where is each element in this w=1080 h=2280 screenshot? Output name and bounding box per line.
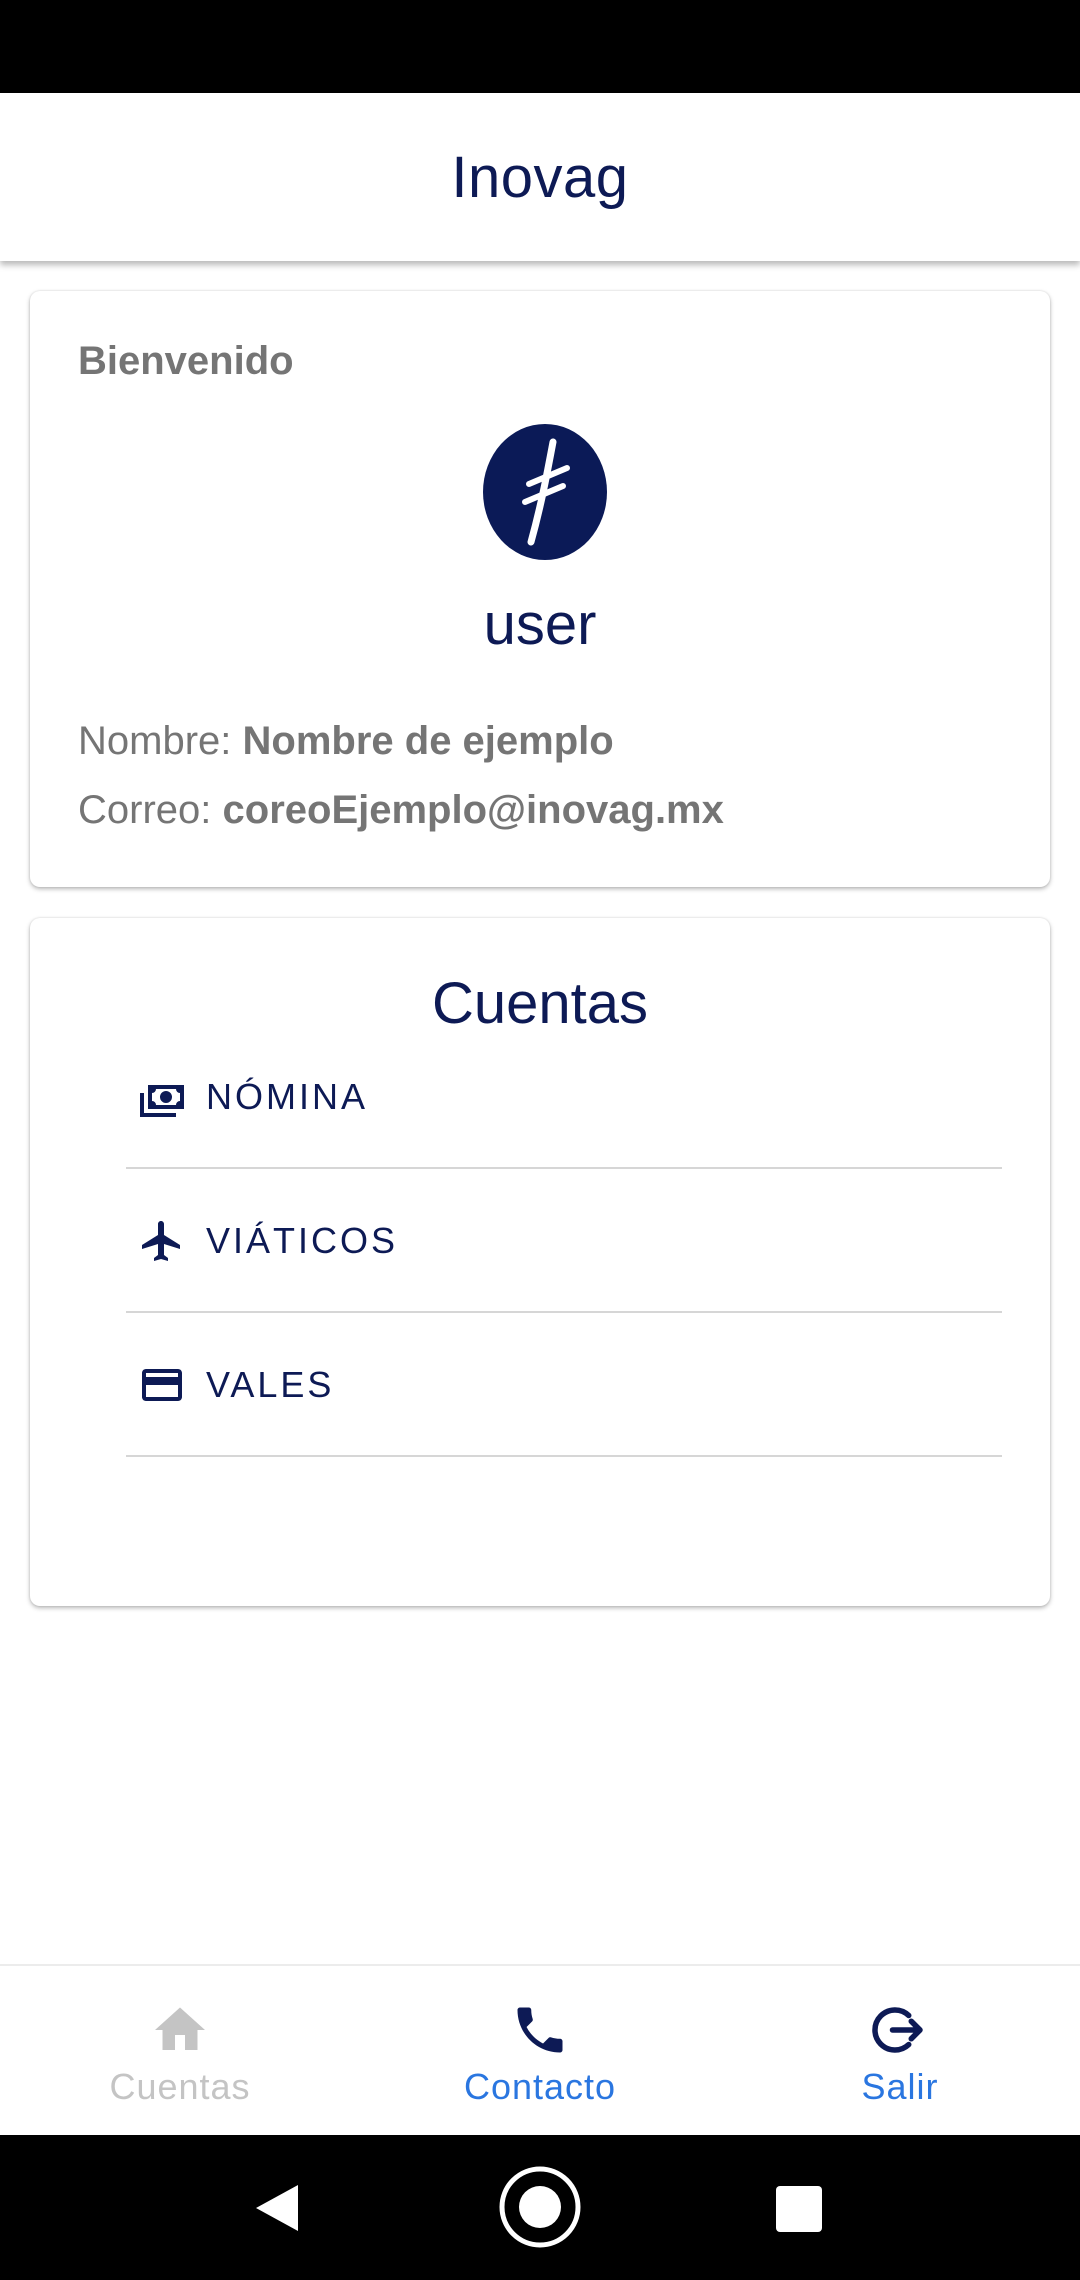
home-button-icon[interactable] [497, 2164, 583, 2255]
account-label-viaticos: VIÁTICOS [206, 1219, 399, 1261]
email-label: Correo: [78, 788, 212, 832]
recents-icon[interactable] [776, 2186, 822, 2232]
name-value: Nombre de ejemplo [242, 719, 614, 763]
home-icon [150, 2000, 210, 2060]
logo-icon [522, 438, 570, 546]
account-item-viaticos[interactable]: VIÁTICOS [126, 1170, 1002, 1313]
nav-label-contacto: Contacto [463, 2066, 617, 2107]
nav-label-cuentas: Cuentas [109, 2066, 251, 2107]
airplane-icon [138, 1217, 186, 1265]
back-icon[interactable] [254, 2183, 300, 2238]
bottom-navigation: Cuentas Contacto Salir [0, 1964, 1080, 2135]
profile-card: Bienvenido user Nombre: Nombre de ejempl… [30, 291, 1050, 887]
nav-item-contacto[interactable]: Contacto [360, 1966, 720, 2135]
app-title: Inovag [451, 144, 629, 210]
welcome-text: Bienvenido [78, 339, 294, 383]
name-label: Nombre: [78, 719, 232, 763]
status-bar [0, 0, 1080, 93]
nav-item-salir[interactable]: Salir [720, 1966, 1080, 2135]
app-bar: Inovag [0, 93, 1080, 261]
nav-item-cuentas[interactable]: Cuentas [0, 1966, 360, 2135]
account-item-nomina[interactable]: NÓMINA [126, 1026, 1002, 1169]
account-label-vales: VALES [206, 1363, 335, 1405]
email-value: coreoEjemplo@inovag.mx [222, 788, 724, 832]
email-line: Correo: coreoEjemplo@inovag.mx [78, 788, 724, 833]
account-item-vales[interactable]: VALES [126, 1314, 1002, 1457]
credit-card-icon [138, 1361, 186, 1409]
account-label-nomina: NÓMINA [206, 1075, 368, 1117]
money-icon [138, 1073, 186, 1121]
avatar [483, 424, 607, 560]
system-navigation-bar [0, 2135, 1080, 2280]
phone-icon [510, 2000, 570, 2060]
name-line: Nombre: Nombre de ejemplo [78, 719, 614, 764]
nav-label-salir: Salir [861, 2066, 939, 2107]
logout-icon [870, 2000, 930, 2060]
accounts-card: Cuentas NÓMINA VIÁTICOS VALES [30, 918, 1050, 1606]
username: user [483, 592, 597, 657]
